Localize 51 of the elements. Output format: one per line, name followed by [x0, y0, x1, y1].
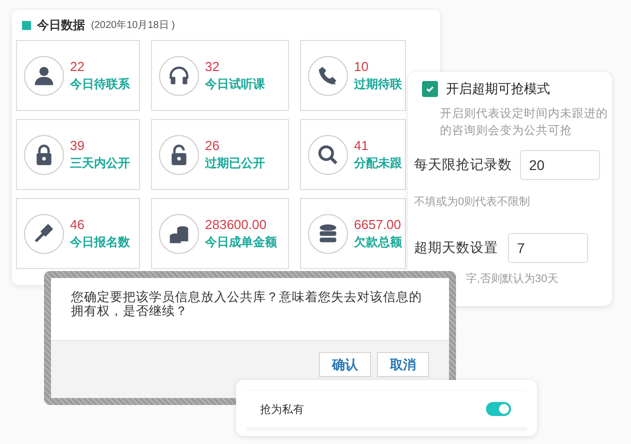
stat-tile[interactable]: 41 分配未跟 — [300, 119, 406, 190]
stat-value: 22 — [70, 58, 86, 74]
toggle-label: 抢为私有 — [260, 402, 304, 416]
check-icon — [425, 84, 435, 94]
section-title: 今日数据 — [37, 16, 85, 34]
stat-label: 分配未跟 — [354, 154, 402, 172]
stat-label: 三天内公开 — [70, 154, 130, 172]
stat-label: 过期待联 — [354, 76, 402, 92]
person-icon — [33, 64, 55, 86]
stat-tile[interactable]: 283600.00 今日成单金额 — [151, 198, 289, 269]
stat-label: 今日报名数 — [70, 234, 130, 250]
hint-text: 不填或为0则代表不限制 — [414, 195, 532, 209]
checkbox-label: 开启超期可抢模式 — [446, 80, 550, 98]
toggle-switch[interactable] — [486, 402, 511, 416]
stat-value: 41 — [354, 138, 370, 152]
field-label: 超期天数设置 — [414, 239, 498, 257]
stat-tile[interactable]: 39 三天内公开 — [16, 119, 140, 190]
stat-value: 26 — [205, 138, 220, 152]
gavel-icon — [33, 222, 55, 244]
confirm-button[interactable]: 确认 — [319, 352, 371, 377]
stat-value: 46 — [70, 216, 86, 232]
section-date: (2020年10月18日 ) — [91, 19, 175, 32]
hint-text: 开启则代表设定时间内未跟进的的咨询则会变为公共可抢 — [440, 106, 609, 139]
phone-icon — [317, 64, 339, 86]
stat-label: 今日成单金额 — [205, 234, 277, 250]
stat-label: 欠款总额 — [354, 234, 402, 250]
input-field[interactable]: 7 — [508, 233, 588, 263]
stat-value: 6657.00 — [354, 216, 402, 232]
database-icon — [317, 222, 339, 244]
stat-label: 今日待联系 — [70, 76, 130, 92]
cancel-button[interactable]: 取消 — [377, 352, 429, 377]
stat-tile[interactable]: 22 今日待联系 — [16, 40, 140, 111]
stat-value: 32 — [205, 58, 220, 74]
input-field[interactable]: 20 — [520, 150, 600, 180]
stat-value: 39 — [70, 138, 86, 152]
stat-tile[interactable]: 10 过期待联 — [300, 40, 406, 111]
stat-tile[interactable]: 6657.00 欠款总额 — [300, 198, 406, 269]
hint-text: 字,否则默认为30天 — [466, 272, 560, 286]
stat-value: 10 — [354, 58, 370, 74]
stat-label: 今日试听课 — [205, 76, 265, 92]
stat-tile[interactable]: 32 今日试听课 — [151, 40, 289, 111]
headphones-icon — [168, 64, 190, 86]
dialog-message: 您确定要把该学员信息放入公共库？意味着您失去对该信息的拥有权，是否继续？ — [70, 289, 423, 320]
field-label: 每天限抢记录数 — [414, 156, 512, 174]
stat-label: 过期已公开 — [205, 154, 265, 172]
stat-tile[interactable]: 26 过期已公开 — [151, 119, 289, 190]
square-icon — [22, 20, 31, 30]
stat-value: 283600.00 — [205, 216, 268, 232]
stat-tile[interactable]: 46 今日报名数 — [16, 198, 140, 269]
checkbox[interactable] — [422, 81, 438, 97]
search-icon — [317, 144, 339, 166]
